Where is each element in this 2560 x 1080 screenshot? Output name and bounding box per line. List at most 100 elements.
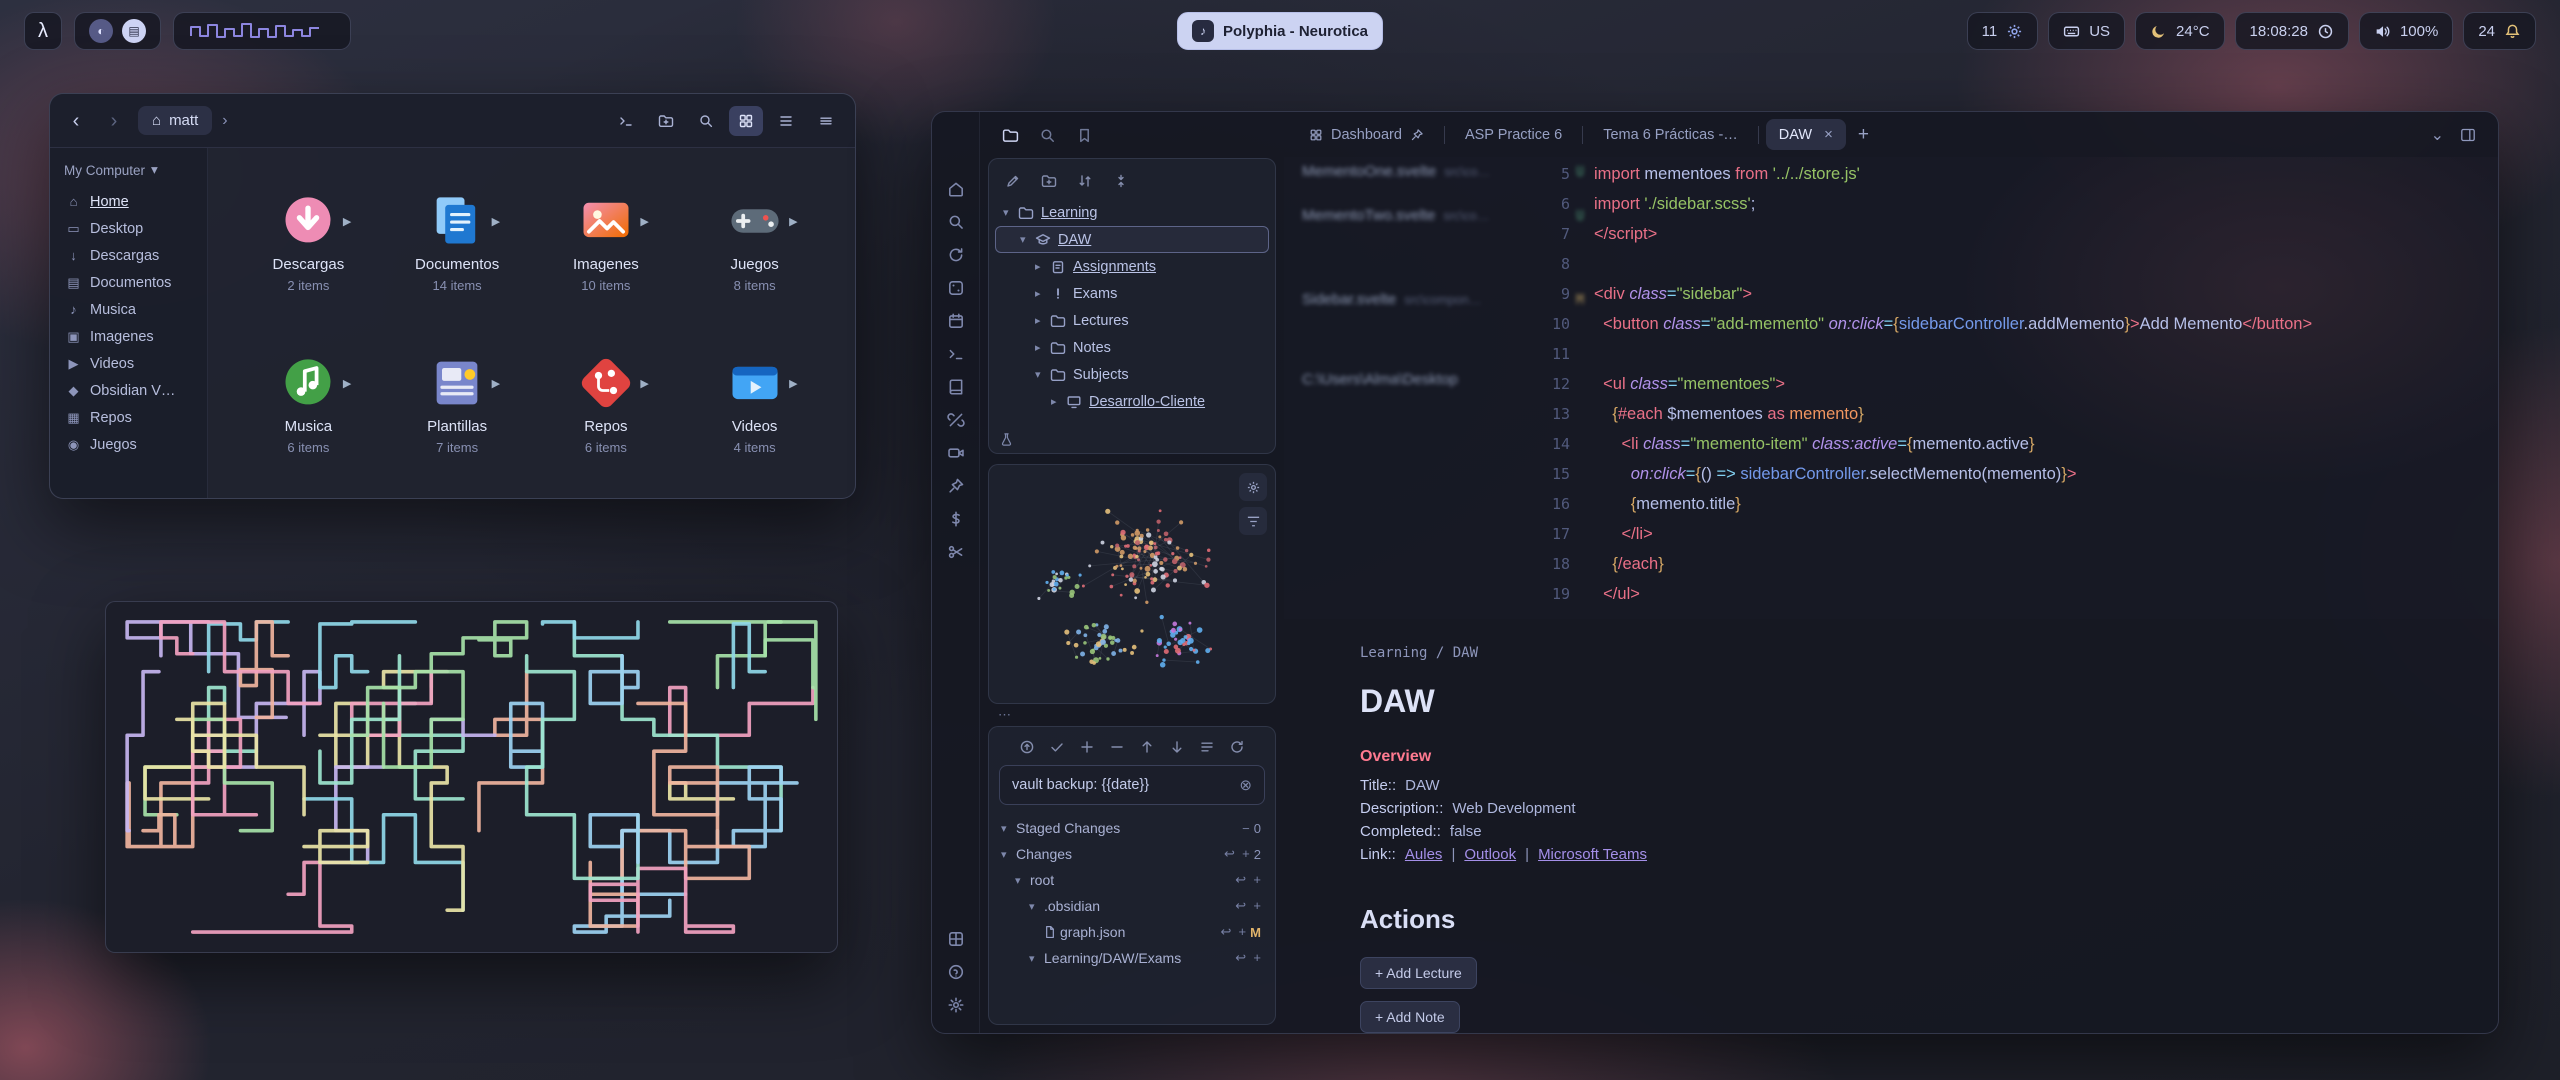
stage-button[interactable] <box>1079 739 1095 755</box>
graph-filter-button[interactable] <box>1239 507 1267 535</box>
calendar-icon[interactable] <box>939 304 973 337</box>
chevron-down-icon[interactable]: ▾ <box>1001 822 1016 835</box>
new-folder-button[interactable] <box>649 106 683 136</box>
sidebar-item-imagenes[interactable]: ▣ Imagenes <box>50 323 207 350</box>
sidebar-item-documentos[interactable]: ▤ Documentos <box>50 269 207 296</box>
git-row-actions[interactable]: ↩ + <box>1224 846 1254 862</box>
tab-daw[interactable]: DAW × <box>1766 119 1846 150</box>
weather-pill[interactable]: 24°C <box>2135 12 2225 50</box>
new-folder-button[interactable] <box>1041 173 1057 189</box>
panel-view-search-icon[interactable] <box>1039 127 1056 144</box>
terminal-button[interactable] <box>609 106 643 136</box>
folder-imagenes[interactable]: ▶ Imagenes 10 items <box>532 164 681 320</box>
now-playing-pill[interactable]: ♪ Polyphia - Neurotica <box>1177 12 1383 50</box>
git-row-actions[interactable]: ↩ + <box>1220 924 1250 940</box>
sidebar-item-obsidian-v[interactable]: ◆ Obsidian V… <box>50 377 207 404</box>
tree-item-notes[interactable]: ▸ Notes <box>995 334 1269 361</box>
notifications-pill[interactable]: 24 <box>2463 12 2536 50</box>
sidebar-item-repos[interactable]: ▦ Repos <box>50 404 207 431</box>
git-row-changes[interactable]: ▾ Changes ↩ + 2 <box>999 841 1265 867</box>
panel-view-bookmarks-icon[interactable] <box>1076 127 1093 144</box>
commit-message-input[interactable]: vault backup: {{date}} ⊗ <box>999 765 1265 805</box>
chevron-right-icon[interactable]: ▸ <box>1035 314 1050 327</box>
chevron-down-icon[interactable]: ▾ <box>1029 952 1044 965</box>
pane-resize-handle[interactable]: ⋯ <box>988 704 1276 726</box>
chevron-down-icon[interactable]: ▾ <box>1015 874 1030 887</box>
tree-item-exams[interactable]: ▸ Exams <box>995 280 1269 307</box>
git-row-learning-daw-exams[interactable]: ▾ Learning/DAW/Exams ↩ + <box>999 945 1265 971</box>
refresh-button[interactable] <box>1229 739 1245 755</box>
link-aules[interactable]: Aules <box>1405 846 1443 863</box>
git-row-root[interactable]: ▾ root ↩ + <box>999 867 1265 893</box>
updates-pill[interactable]: 11 <box>1967 12 2039 50</box>
collapse-button[interactable] <box>1113 173 1129 189</box>
sync-icon[interactable] <box>939 238 973 271</box>
new-note-button[interactable] <box>1005 173 1021 189</box>
git-row-actions[interactable]: ↩ + <box>1235 898 1265 914</box>
push-button[interactable] <box>1139 739 1155 755</box>
commit-button[interactable] <box>1049 739 1065 755</box>
chevron-down-icon[interactable]: ▾ <box>1029 900 1044 913</box>
tab-list-icon[interactable]: ⌄ <box>2431 125 2444 145</box>
vault-icon[interactable] <box>939 922 973 955</box>
clock-pill[interactable]: 18:08:28 <box>2235 12 2349 50</box>
button-add-lecture[interactable]: + Add Lecture <box>1360 957 1477 989</box>
git-row-obsidian[interactable]: ▾ .obsidian ↩ + <box>999 893 1265 919</box>
git-row-actions[interactable]: ↩ + <box>1235 872 1265 888</box>
pin-icon[interactable] <box>939 469 973 502</box>
close-tab-icon[interactable]: × <box>1824 126 1833 143</box>
graph-settings-button[interactable] <box>1239 473 1267 501</box>
sidebar-item-musica[interactable]: ♪ Musica <box>50 296 207 323</box>
chevron-right-icon[interactable]: ▸ <box>1035 260 1050 273</box>
chevron-down-icon[interactable]: ▾ <box>1003 206 1018 219</box>
chevron-down-icon[interactable]: ▾ <box>151 162 158 178</box>
session-pill[interactable]: ◐ ▤ <box>74 12 161 50</box>
tab-asp-practice-6[interactable]: ASP Practice 6 <box>1452 120 1575 150</box>
chevron-right-icon[interactable]: ▸ <box>1051 395 1066 408</box>
flask-icon[interactable] <box>999 432 1014 447</box>
git-row-actions[interactable]: − <box>1242 821 1254 836</box>
tree-item-subjects[interactable]: ▾ Subjects <box>995 361 1269 388</box>
panel-view-files-icon[interactable] <box>1002 127 1019 144</box>
volume-pill[interactable]: 100% <box>2359 12 2453 50</box>
tree-item-lectures[interactable]: ▸ Lectures <box>995 307 1269 334</box>
book-icon[interactable] <box>939 370 973 403</box>
list-view-button[interactable] <box>769 106 803 136</box>
split-layout-icon[interactable] <box>2460 127 2476 143</box>
tab-dashboard[interactable]: Dashboard <box>1296 120 1437 150</box>
code-block[interactable]: 5import mementoes from '../../store.js'6… <box>1536 159 2482 609</box>
back-button[interactable]: ‹ <box>62 111 90 131</box>
folder-plantillas[interactable]: ▶ Plantillas 7 items <box>383 326 532 482</box>
clear-icon[interactable]: ⊗ <box>1239 776 1252 794</box>
power-icon[interactable]: ◐ <box>89 19 113 43</box>
link-microsoft-teams[interactable]: Microsoft Teams <box>1538 846 1647 863</box>
keyboard-layout-pill[interactable]: US <box>2048 12 2125 50</box>
forward-button[interactable]: › <box>100 111 128 131</box>
button-add-note[interactable]: + Add Note <box>1360 1001 1460 1033</box>
chevron-down-icon[interactable]: ▾ <box>1020 233 1035 246</box>
dollar-icon[interactable] <box>939 502 973 535</box>
folder-musica[interactable]: ▶ Musica 6 items <box>234 326 383 482</box>
layout-button[interactable] <box>1199 739 1215 755</box>
tree-item-assignments[interactable]: ▸ Assignments <box>995 253 1269 280</box>
chevron-right-icon[interactable]: ▸ <box>1035 341 1050 354</box>
sidebar-item-home[interactable]: ⌂ Home <box>50 188 207 215</box>
home-icon[interactable] <box>939 172 973 205</box>
folder-descargas[interactable]: ▶ Descargas 2 items <box>234 164 383 320</box>
tree-item-learning[interactable]: ▾ Learning <box>995 199 1269 226</box>
sidebar-item-descargas[interactable]: ↓ Descargas <box>50 242 207 269</box>
notes-icon[interactable]: ▤ <box>122 19 146 43</box>
dice-icon[interactable] <box>939 271 973 304</box>
folder-juegos[interactable]: ▶ Juegos 8 items <box>680 164 829 320</box>
search-button[interactable] <box>689 106 723 136</box>
backup-button[interactable] <box>1019 739 1035 755</box>
sidebar-item-desktop[interactable]: ▭ Desktop <box>50 215 207 242</box>
unlink-icon[interactable] <box>939 403 973 436</box>
folder-videos[interactable]: ▶ Videos 4 items <box>680 326 829 482</box>
git-row-graph-json[interactable]: graph.json ↩ + M <box>999 919 1265 945</box>
chevron-right-icon[interactable]: ▸ <box>1035 287 1050 300</box>
sort-button[interactable] <box>1077 173 1093 189</box>
sidebar-item-videos[interactable]: ▶ Videos <box>50 350 207 377</box>
tab-tema-6-pr-cticas[interactable]: Tema 6 Prácticas -… <box>1590 120 1751 150</box>
terminal-icon[interactable] <box>939 337 973 370</box>
